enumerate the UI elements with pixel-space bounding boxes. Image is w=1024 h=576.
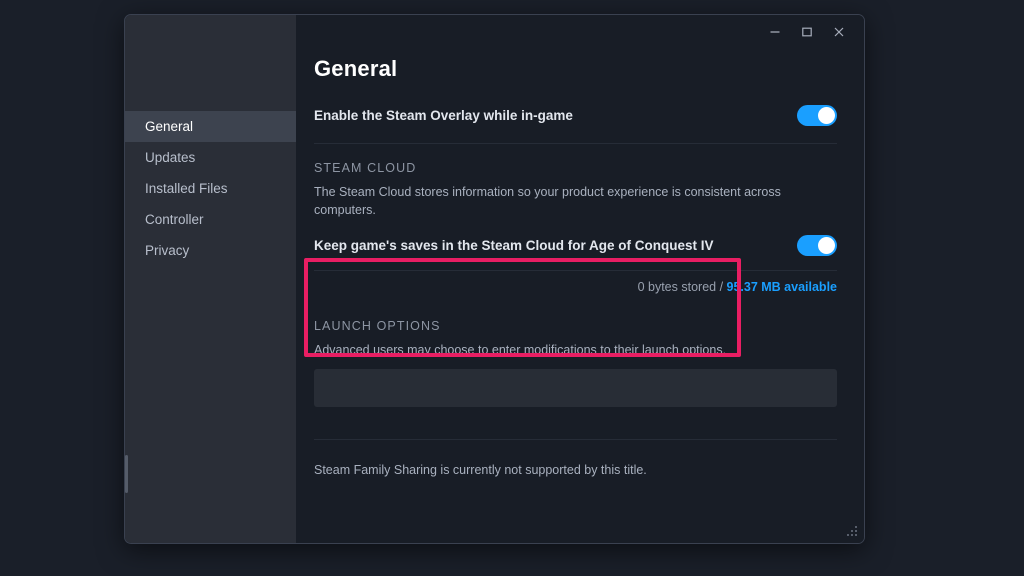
steam-cloud-description: The Steam Cloud stores information so yo… (314, 185, 781, 218)
sidebar-item-label: Privacy (145, 243, 190, 258)
steam-overlay-row: Enable the Steam Overlay while in-game (314, 100, 837, 130)
sidebar-item-label: Updates (145, 150, 196, 165)
steam-cloud-saves-row: Keep game's saves in the Steam Cloud for… (314, 230, 837, 260)
sidebar-item-label: Controller (145, 212, 204, 227)
window-titlebar (760, 15, 854, 49)
close-button[interactable] (824, 19, 854, 45)
page-title: General (314, 56, 398, 81)
launch-options-input[interactable] (314, 369, 837, 408)
launch-options-description: Advanced users may choose to enter modif… (314, 343, 727, 358)
steam-cloud-storage-status: 0 bytes stored / 95.37 MB available (314, 280, 837, 294)
settings-sidebar: General Updates Installed Files Controll… (125, 15, 296, 543)
settings-content-panel: General Enable the Steam Overlay while i… (296, 15, 864, 543)
cloud-stored-text: 0 bytes stored / (637, 280, 727, 295)
maximize-button[interactable] (792, 19, 822, 45)
sidebar-item-controller[interactable]: Controller (125, 204, 296, 235)
steam-cloud-saves-toggle[interactable] (797, 234, 837, 256)
launch-options-input-wrapper (314, 369, 837, 408)
family-sharing-note: Steam Family Sharing is currently not su… (314, 463, 647, 478)
sidebar-item-privacy[interactable]: Privacy (125, 235, 296, 266)
minimize-button[interactable] (760, 19, 790, 45)
sidebar-item-updates[interactable]: Updates (125, 142, 296, 173)
desktop-background: General Updates Installed Files Controll… (0, 0, 1024, 576)
divider (314, 439, 837, 441)
cloud-available-text: 95.37 MB available (726, 280, 837, 295)
steam-cloud-saves-label: Keep game's saves in the Steam Cloud for… (314, 237, 714, 253)
steam-cloud-heading: STEAM CLOUD (314, 161, 417, 175)
resize-grip-icon[interactable] (844, 523, 857, 536)
sidebar-scroll-grip[interactable] (125, 455, 128, 493)
sidebar-item-label: Installed Files (145, 181, 228, 196)
toggle-knob (818, 236, 835, 254)
steam-game-properties-window: General Updates Installed Files Controll… (124, 14, 865, 544)
steam-overlay-toggle[interactable] (797, 104, 837, 126)
divider (314, 143, 837, 144)
toggle-knob (818, 106, 835, 124)
steam-overlay-label: Enable the Steam Overlay while in-game (314, 107, 573, 123)
sidebar-item-general[interactable]: General (125, 111, 296, 142)
launch-options-heading: LAUNCH OPTIONS (314, 319, 441, 334)
sidebar-item-installed-files[interactable]: Installed Files (125, 173, 296, 204)
divider (314, 270, 837, 272)
sidebar-item-label: General (145, 119, 194, 134)
